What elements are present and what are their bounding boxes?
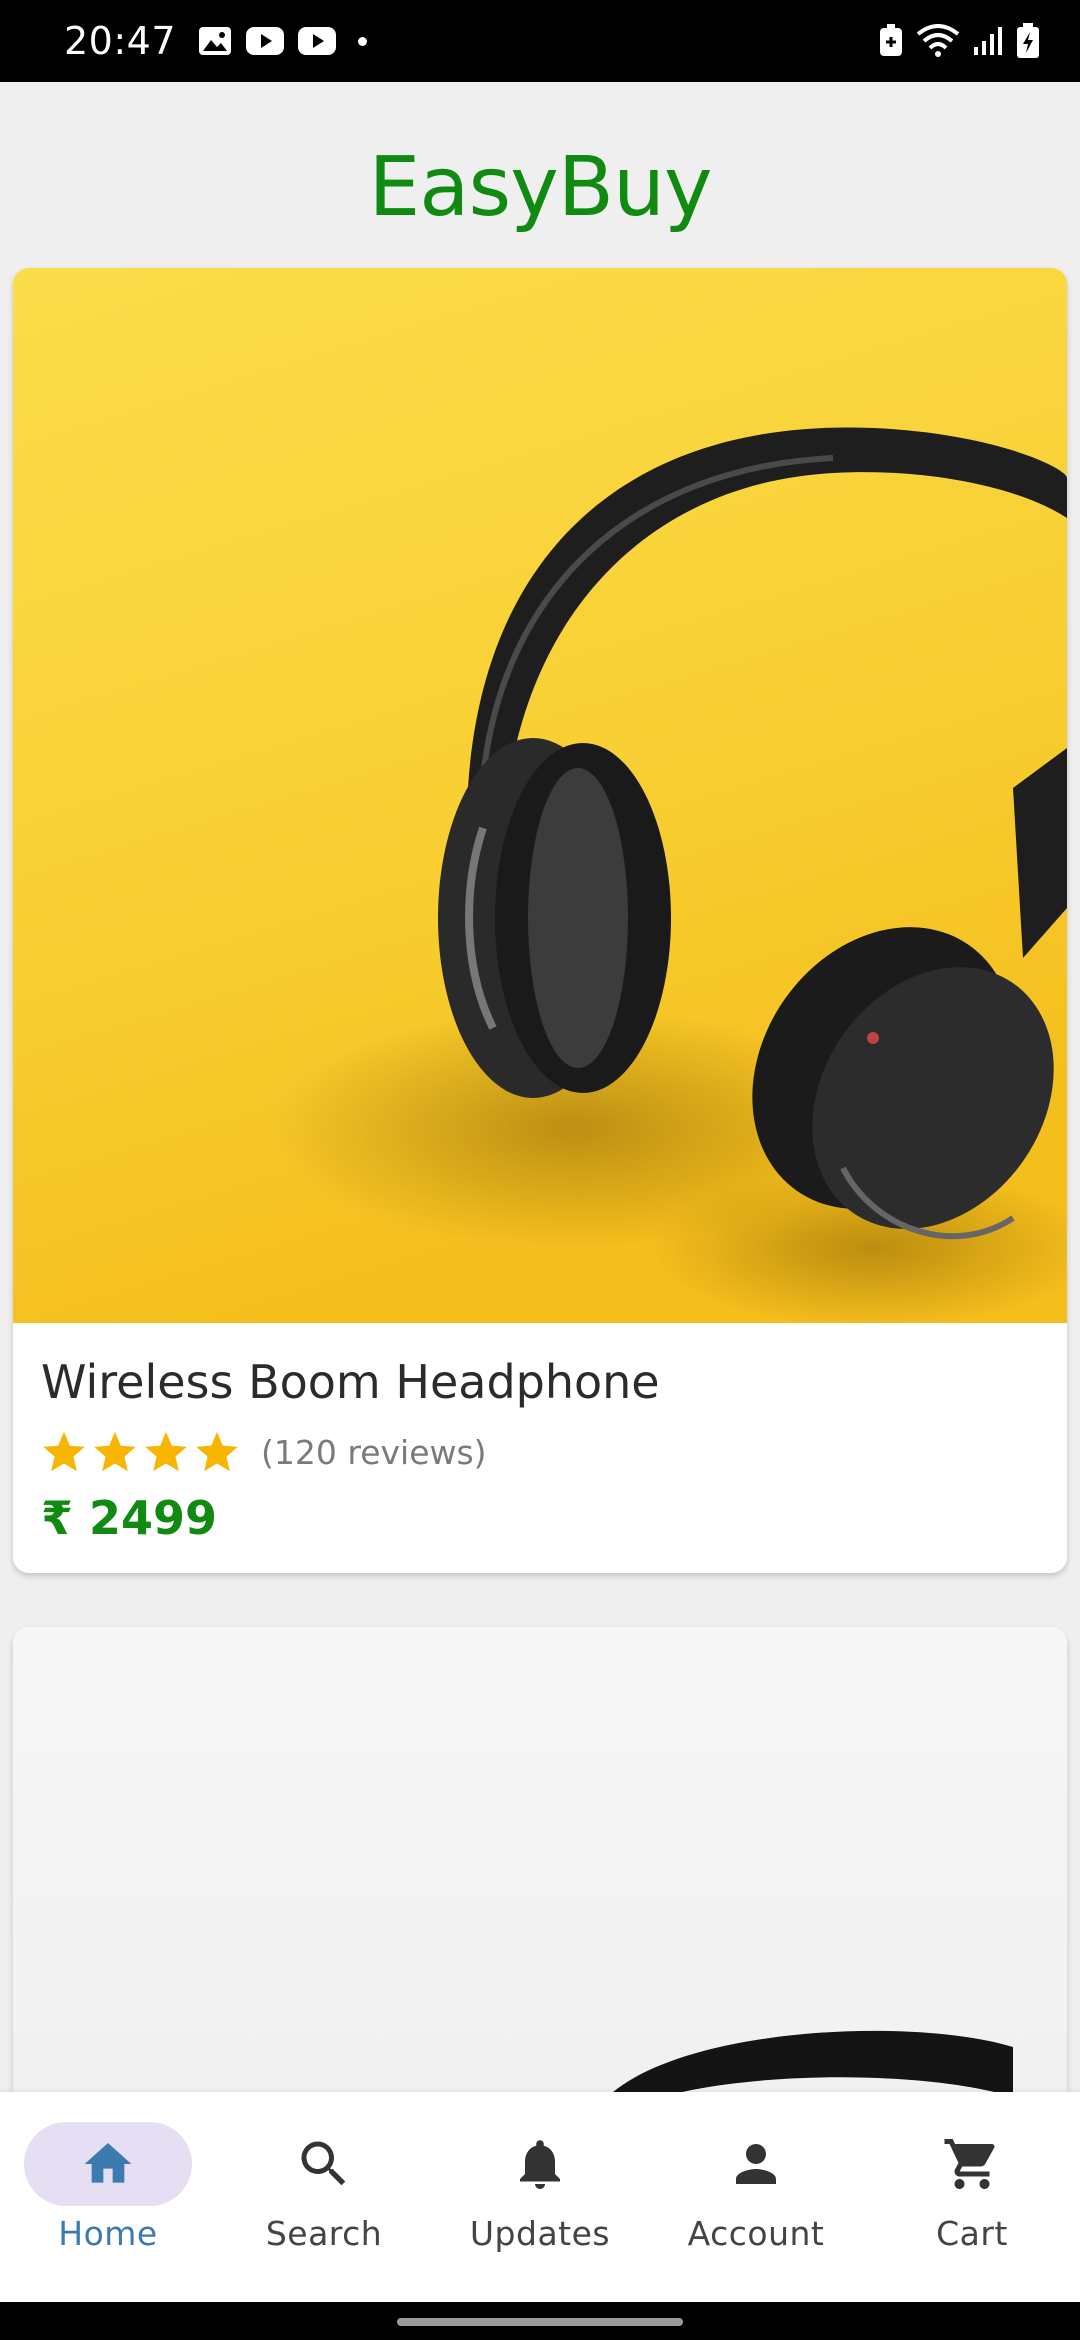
home-gesture-handle[interactable] bbox=[397, 2318, 683, 2326]
signal-icon bbox=[972, 25, 1004, 57]
nav-home[interactable]: Home bbox=[0, 2092, 216, 2302]
system-navigation-bar bbox=[0, 2302, 1080, 2340]
youtube-icon bbox=[246, 27, 285, 55]
nav-search[interactable]: Search bbox=[216, 2092, 432, 2302]
star-icon bbox=[196, 1431, 238, 1472]
review-count: (120 reviews) bbox=[261, 1432, 487, 1472]
star-icon bbox=[43, 1431, 85, 1472]
product-image bbox=[13, 268, 1067, 1323]
status-time: 20:47 bbox=[64, 19, 177, 63]
search-icon bbox=[301, 2141, 346, 2186]
battery-icon bbox=[1016, 23, 1040, 59]
app-title: EasyBuy bbox=[368, 140, 712, 235]
gallery-icon bbox=[198, 26, 232, 56]
nav-icon-container bbox=[672, 2122, 840, 2206]
wifi-icon bbox=[916, 24, 960, 58]
nav-active-indicator bbox=[24, 2122, 192, 2206]
battery-saver-icon bbox=[878, 24, 904, 58]
bottom-navigation: Home Search Updates Account Cart bbox=[0, 2092, 1080, 2302]
bell-icon bbox=[520, 2140, 560, 2189]
nav-icon-container bbox=[456, 2122, 624, 2206]
nav-label: Account bbox=[687, 2214, 825, 2253]
rating-row: (120 reviews) bbox=[41, 1427, 1039, 1477]
product-info: Wireless Boom Headphone (120 reviews) ₹ … bbox=[13, 1355, 1067, 1545]
star-icon bbox=[145, 1431, 187, 1472]
nav-label: Updates bbox=[469, 2214, 611, 2253]
nav-cart[interactable]: Cart bbox=[864, 2092, 1080, 2302]
status-left: 20:47 bbox=[64, 19, 368, 63]
home-icon bbox=[84, 2143, 132, 2183]
youtube-icon bbox=[298, 27, 337, 55]
status-right bbox=[878, 23, 1040, 59]
nav-icon-container bbox=[888, 2122, 1056, 2206]
product-card[interactable]: Wireless Boom Headphone (120 reviews) ₹ … bbox=[13, 268, 1067, 1573]
notification-dot-icon bbox=[358, 36, 368, 46]
nav-label: Cart bbox=[936, 2214, 1008, 2253]
nav-label: Search bbox=[265, 2214, 383, 2253]
nav-label: Home bbox=[58, 2214, 158, 2253]
person-icon bbox=[736, 2144, 776, 2184]
cart-icon bbox=[944, 2139, 995, 2189]
product-name: Wireless Boom Headphone bbox=[41, 1355, 660, 1409]
status-bar: 20:47 bbox=[0, 0, 1080, 82]
nav-updates[interactable]: Updates bbox=[432, 2092, 648, 2302]
nav-icon-container bbox=[240, 2122, 408, 2206]
star-icon bbox=[94, 1431, 136, 1472]
product-price: ₹ 2499 bbox=[41, 1491, 218, 1545]
nav-account[interactable]: Account bbox=[648, 2092, 864, 2302]
